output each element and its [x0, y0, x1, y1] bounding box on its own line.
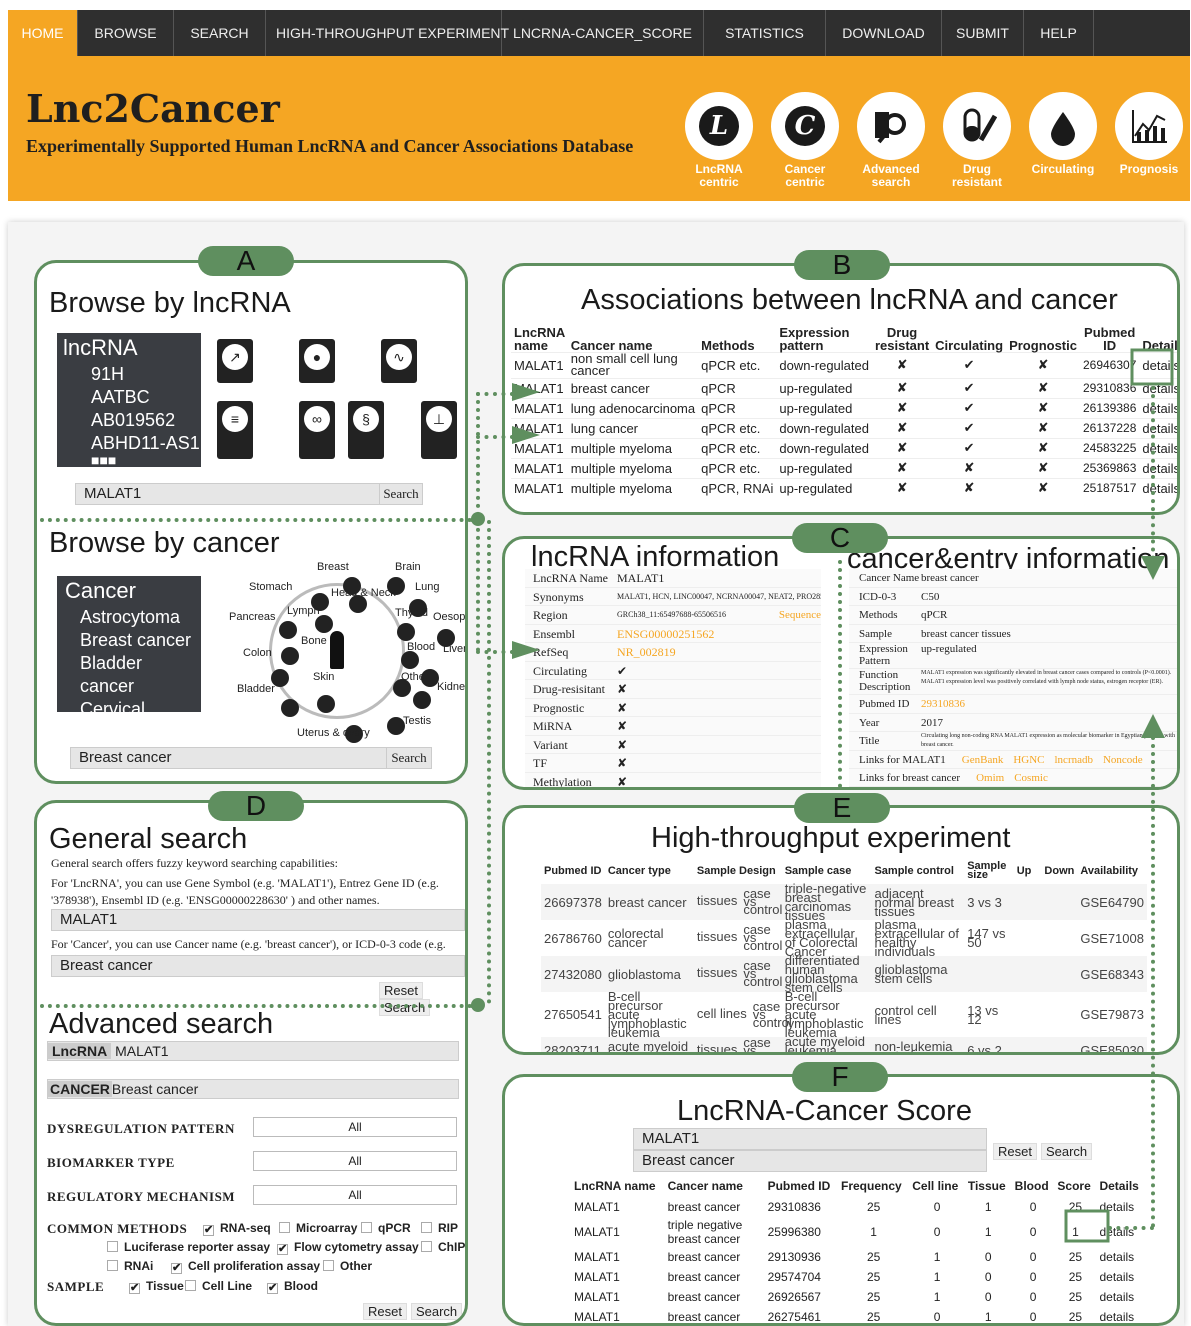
connector-arrows [471, 348, 1174, 1243]
